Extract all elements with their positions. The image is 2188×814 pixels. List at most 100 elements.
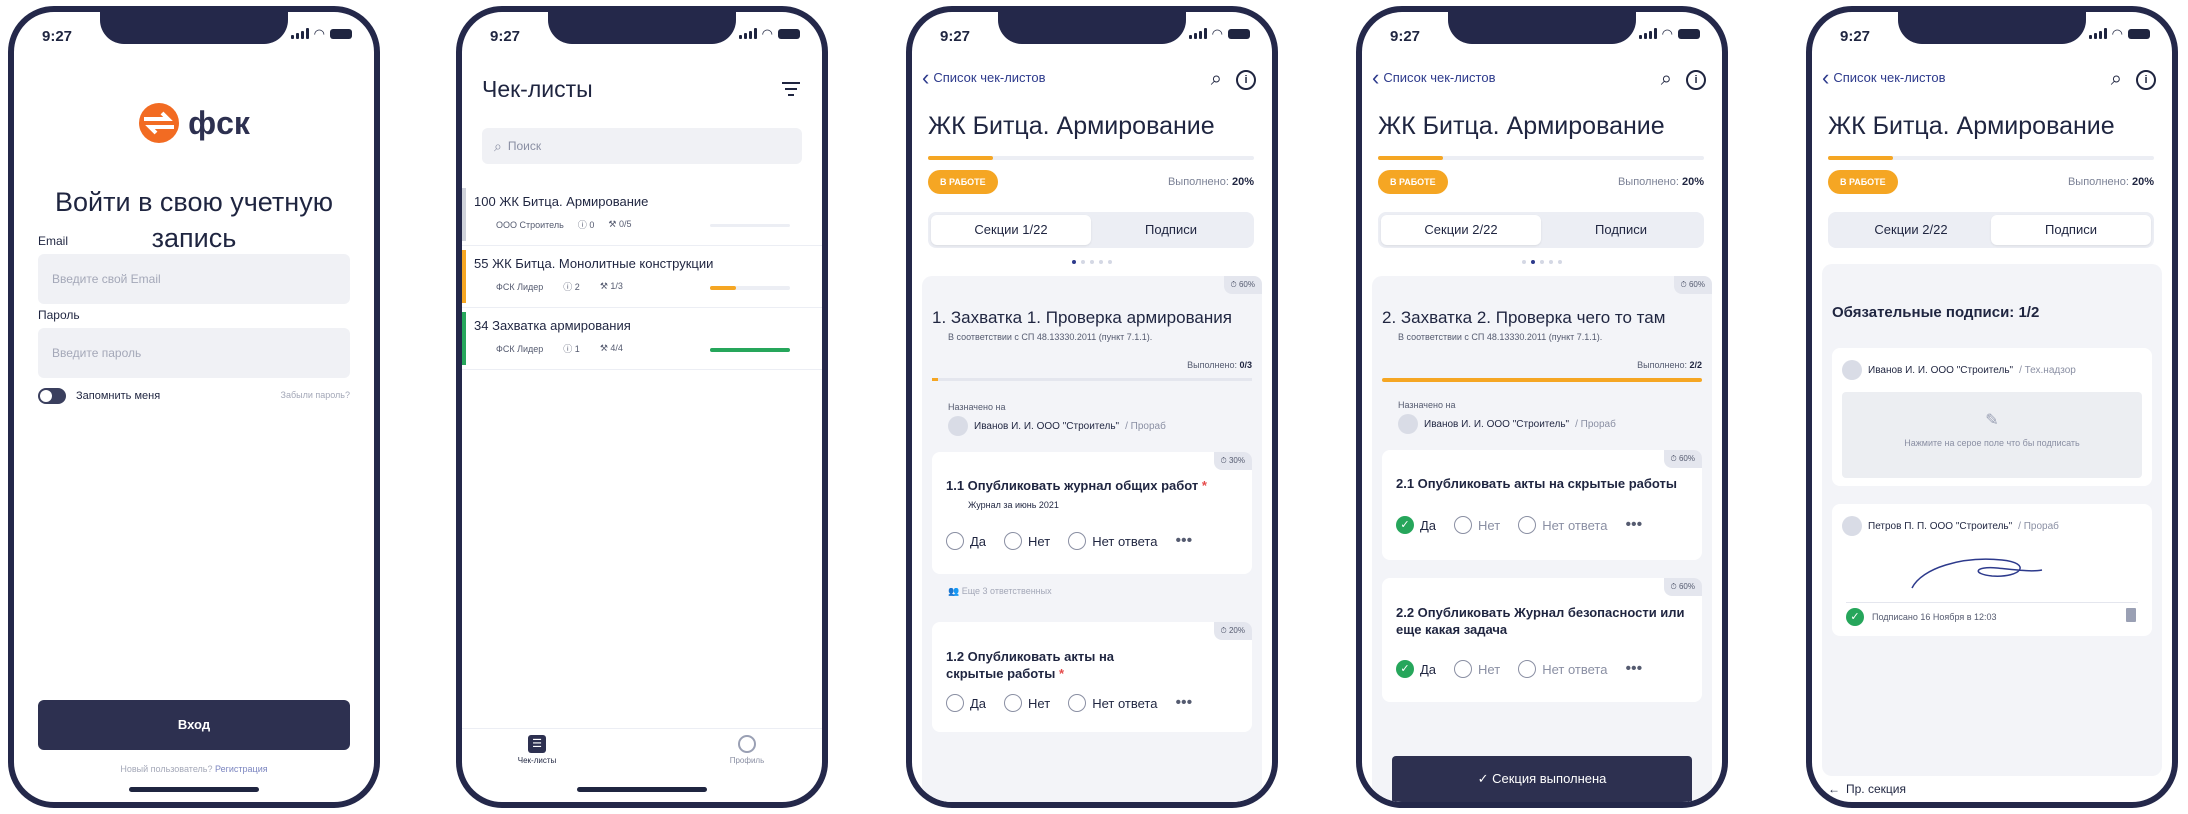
remember-toggle[interactable] xyxy=(38,388,66,404)
signer: Петров П. П. ООО "Строитель" / Прораб xyxy=(1842,516,2059,536)
phone-section-2: 9:27 ◠ ‹ Список чек-листов ⌕ i ЖК Битца. … xyxy=(1356,6,1728,808)
more-icon[interactable]: ••• xyxy=(1175,532,1192,550)
answer-yes[interactable]: Да xyxy=(946,694,986,712)
login-button[interactable]: Вход xyxy=(38,700,350,750)
timer-badge: ⏱ 60% xyxy=(1663,578,1702,596)
search-icon[interactable]: ⌕ xyxy=(1661,68,1672,91)
battery-icon xyxy=(778,28,800,39)
logo-icon xyxy=(139,103,180,143)
tab-sections[interactable]: Секции 2/22 xyxy=(1381,215,1541,245)
info-icon[interactable]: i xyxy=(1236,70,1256,90)
signature-card: Иванов И. И. ООО "Строитель" / Тех.надзо… xyxy=(1832,348,2152,486)
back-link[interactable]: ‹ Список чек-листов xyxy=(1372,66,1496,88)
tab-label: Профиль xyxy=(729,756,765,765)
required-signatures-title: Обязательные подписи: 1/2 xyxy=(1832,304,2040,321)
battery-icon xyxy=(1228,28,1250,39)
tab-profile[interactable]: Профиль xyxy=(712,735,782,765)
answer-none[interactable]: Нет ответа xyxy=(1068,532,1157,550)
list-item-stripe xyxy=(462,250,466,303)
email-field[interactable]: Введите свой Email xyxy=(38,254,350,304)
password-label: Пароль xyxy=(38,308,80,322)
radio-icon xyxy=(1518,516,1537,534)
issues-count: ⓘ 1 xyxy=(563,344,580,354)
answer-no[interactable]: Нет xyxy=(1004,532,1050,550)
search-input[interactable]: ⌕ Поиск xyxy=(482,128,802,164)
answer-none[interactable]: Нет ответа xyxy=(1518,516,1607,534)
list-item[interactable]: 55 ЖК Битца. Монолитные конструкции ФСК … xyxy=(462,246,822,308)
question-card: ⏱ 20% 1.2 Опубликовать акты на скрытые р… xyxy=(932,622,1252,732)
page-title: Чек-листы xyxy=(482,76,593,102)
signature-pad[interactable]: ✎ Нажмите на серое поле что бы подписать xyxy=(1842,392,2142,478)
required-asterisk-icon: * xyxy=(1059,666,1065,681)
battery-icon xyxy=(2128,28,2150,39)
progress-bar xyxy=(710,286,790,290)
avatar xyxy=(1842,360,1862,380)
info-icon[interactable]: i xyxy=(2136,70,2156,90)
answer-no[interactable]: Нет xyxy=(1454,516,1500,534)
answer-none[interactable]: Нет ответа xyxy=(1518,660,1607,678)
question-title: 2.1 Опубликовать акты на скрытые работы xyxy=(1396,476,1678,491)
tab-signatures[interactable]: Подписи xyxy=(1541,215,1701,245)
status-icons: ◠ xyxy=(738,27,800,40)
status-time: 9:27 xyxy=(1840,28,1871,45)
signal-icon xyxy=(738,28,757,39)
trash-icon[interactable] xyxy=(2126,608,2136,622)
answer-yes[interactable]: ✓ Да xyxy=(1396,660,1436,678)
signed-status: ✓ Подписано 16 Ноября в 12:03 xyxy=(1846,608,1997,626)
status-icons: ◠ xyxy=(1188,27,1250,40)
register-link[interactable]: Регистрация xyxy=(215,764,268,774)
answer-yes[interactable]: ✓ Да xyxy=(1396,516,1436,534)
section-done: Выполнено: 2/2 xyxy=(1637,360,1702,370)
tasks-count: ⚒ 1/3 xyxy=(599,281,623,291)
answer-options: Да Нет Нет ответа ••• xyxy=(946,694,1192,712)
more-icon[interactable]: ••• xyxy=(1625,516,1642,534)
tab-sections[interactable]: Секции 2/22 xyxy=(1831,215,1991,245)
list-item-stripe xyxy=(462,312,466,365)
tab-signatures[interactable]: Подписи xyxy=(1991,215,2151,245)
more-icon[interactable]: ••• xyxy=(1625,660,1642,678)
more-responsible[interactable]: 👥 Еще 3 ответственных xyxy=(948,586,1052,597)
info-icon[interactable]: i xyxy=(1686,70,1706,90)
avatar xyxy=(1842,516,1862,536)
forgot-password-link[interactable]: Забыли пароль? xyxy=(281,390,350,400)
signal-icon xyxy=(1188,28,1207,39)
issues-count: ⓘ 2 xyxy=(563,282,580,292)
tab-signatures[interactable]: Подписи xyxy=(1091,215,1251,245)
tab-sections[interactable]: Секции 1/22 xyxy=(931,215,1091,245)
logo: фск xyxy=(14,102,374,144)
done-text: Выполнено: 20% xyxy=(1617,176,1704,188)
search-icon[interactable]: ⌕ xyxy=(1211,68,1222,91)
complete-section-button[interactable]: ✓ Секция выполнена xyxy=(1392,756,1692,802)
battery-icon xyxy=(330,28,352,39)
check-icon: ✓ xyxy=(1846,608,1864,626)
answer-yes[interactable]: Да xyxy=(946,532,986,550)
segmented-control: Секции 2/22 Подписи xyxy=(1378,212,1704,248)
section-subtitle: В соответствии с СП 48.13330.2011 (пункт… xyxy=(1398,332,1603,342)
tab-checklists[interactable]: ☰ Чек-листы xyxy=(502,735,572,765)
answer-no[interactable]: Нет xyxy=(1454,660,1500,678)
password-field[interactable]: Введите пароль xyxy=(38,328,350,378)
status-time: 9:27 xyxy=(42,28,73,45)
back-link[interactable]: ‹ Список чек-листов xyxy=(1822,66,1946,88)
signatures-panel: Обязательные подписи: 1/2 Иванов И. И. О… xyxy=(1822,264,2162,776)
search-icon[interactable]: ⌕ xyxy=(2111,68,2122,91)
answer-no[interactable]: Нет xyxy=(1004,694,1050,712)
answer-none[interactable]: Нет ответа xyxy=(1068,694,1157,712)
status-badge: В РАБОТЕ xyxy=(928,170,998,194)
more-icon[interactable]: ••• xyxy=(1175,694,1192,712)
required-asterisk-icon: * xyxy=(1201,478,1207,493)
radio-icon xyxy=(1068,694,1087,712)
wifi-icon: ◠ xyxy=(1661,26,1673,41)
back-link[interactable]: ‹ Список чек-листов xyxy=(922,66,1046,88)
radio-icon xyxy=(1454,660,1473,678)
list-item-meta: ФСК Лидер ⓘ 1 ⚒ 4/4 xyxy=(496,342,623,355)
list-item[interactable]: 100 ЖК Битца. Армирование ООО Строитель … xyxy=(462,184,822,246)
prev-section-link[interactable]: ← Пр. секция xyxy=(1828,782,1906,796)
list-item[interactable]: 34 Захватка армирования ФСК Лидер ⓘ 1 ⚒ … xyxy=(462,308,822,370)
signer: Иванов И. И. ООО "Строитель" / Тех.надзо… xyxy=(1842,360,2076,380)
tab-label: Чек-листы xyxy=(517,756,557,765)
tab-bar: ☰ Чек-листы Профиль xyxy=(462,728,822,778)
done-text: Выполнено: 20% xyxy=(1167,176,1254,188)
section-title: 2. Захватка 2. Проверка чего то там xyxy=(1382,308,1666,327)
filter-icon[interactable] xyxy=(782,82,800,96)
